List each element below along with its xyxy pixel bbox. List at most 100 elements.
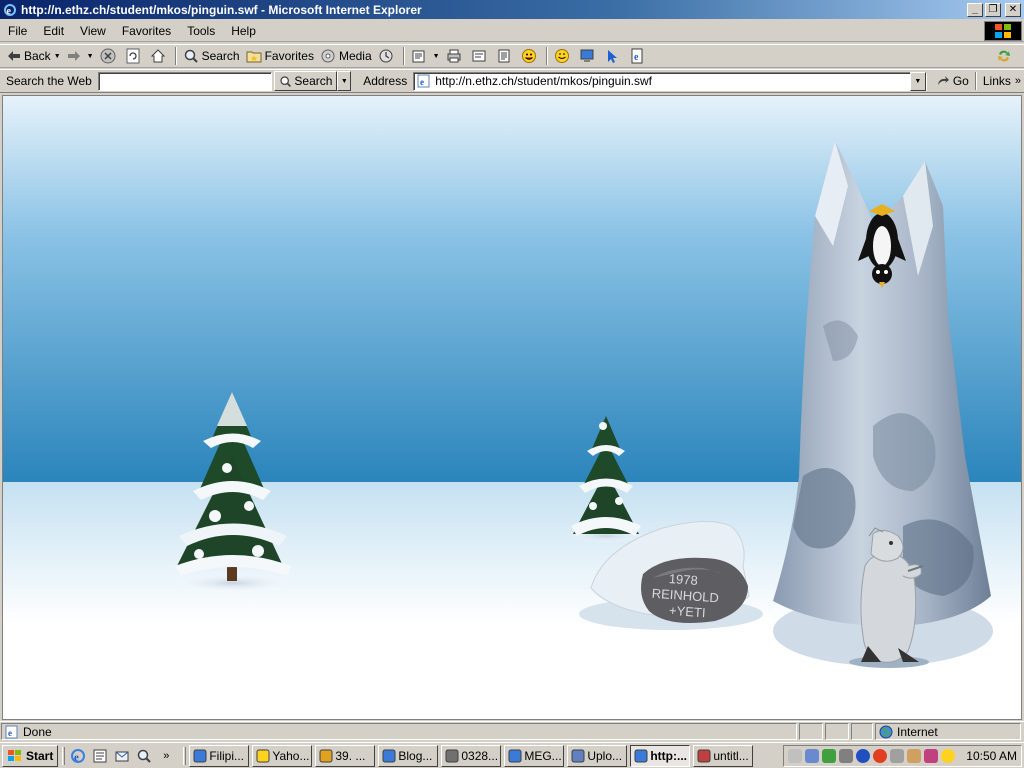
- system-tray: 10:50 AM: [783, 745, 1022, 767]
- refresh-button[interactable]: [122, 45, 147, 67]
- task-app-icon: [193, 749, 207, 762]
- mail-dropdown-icon[interactable]: ▼: [433, 53, 440, 60]
- mail-icon: [412, 50, 425, 63]
- history-button[interactable]: [375, 45, 400, 67]
- mail-button[interactable]: ▼: [408, 45, 443, 67]
- tray-app-icon[interactable]: [873, 749, 888, 763]
- address-label: Address: [363, 74, 408, 88]
- tray-app-icon[interactable]: [839, 749, 854, 763]
- links-button[interactable]: Links »: [980, 70, 1024, 92]
- smiley-icon: [521, 49, 536, 63]
- taskbar: Start e » Filipi... Yaho... 39. ... Blog...…: [0, 742, 1024, 768]
- search-dropdown-button[interactable]: ▼: [337, 71, 352, 91]
- menu-edit[interactable]: Edit: [35, 24, 72, 38]
- go-button[interactable]: Go: [933, 70, 972, 92]
- taskbar-task-button[interactable]: Blog...: [378, 744, 439, 767]
- network-icon[interactable]: [805, 749, 820, 763]
- back-dropdown-icon[interactable]: ▼: [54, 53, 61, 60]
- restore-button[interactable]: ❐: [985, 2, 1001, 17]
- monitor-icon: [580, 49, 594, 62]
- address-input[interactable]: e http://n.ethz.ch/student/mkos/pinguin.…: [413, 71, 927, 91]
- media-button[interactable]: Media: [317, 45, 375, 67]
- taskbar-task-button[interactable]: Uplo...: [567, 744, 628, 767]
- volume-icon[interactable]: [788, 749, 803, 763]
- menu-view[interactable]: View: [72, 24, 114, 38]
- task-app-icon: [508, 749, 522, 762]
- minimize-button[interactable]: _: [967, 2, 983, 17]
- svg-text:e: e: [7, 6, 12, 17]
- taskbar-task-button[interactable]: http:...: [630, 744, 691, 767]
- links-label: Links: [982, 74, 1011, 88]
- svg-text:e: e: [420, 77, 424, 87]
- stop-button[interactable]: [97, 45, 122, 67]
- address-dropdown-button[interactable]: ▼: [909, 71, 926, 91]
- quick-launch-more-icon[interactable]: »: [157, 747, 175, 765]
- dropdown-arrow-icon: ▼: [340, 77, 348, 85]
- taskbar-task-button[interactable]: Yaho...: [252, 744, 313, 767]
- home-button[interactable]: [147, 45, 172, 67]
- forward-arrow-icon: [67, 51, 80, 61]
- back-button[interactable]: Back ▼: [4, 45, 64, 67]
- back-label: Back: [24, 49, 51, 63]
- toolbar-separator: [974, 72, 977, 90]
- quick-launch-search-icon[interactable]: [135, 747, 153, 765]
- inscription-line-1: 1978: [668, 571, 698, 588]
- taskbar-task-button[interactable]: 39. ...: [315, 744, 376, 767]
- favorites-folder-icon: [246, 51, 262, 63]
- aol-icon[interactable]: [856, 749, 871, 763]
- flash-scene[interactable]: 1978 REINHOLD +YETI: [3, 96, 1021, 719]
- clock: 10:50 AM: [966, 749, 1017, 763]
- discuss-button[interactable]: [493, 45, 518, 67]
- edit-icon: [472, 50, 486, 62]
- taskbar-task-label: 39. ...: [335, 748, 366, 763]
- menu-bar: File Edit View Favorites Tools Help: [0, 20, 1024, 42]
- stop-icon: [100, 48, 116, 64]
- taskbar-task-button[interactable]: Filipi...: [189, 744, 250, 767]
- printer-icon: [447, 49, 461, 63]
- menu-file[interactable]: File: [0, 24, 35, 38]
- quick-launch-notes-icon[interactable]: [91, 747, 109, 765]
- yahoo-messenger-button[interactable]: [551, 45, 576, 67]
- search-web-button-label: Search: [294, 74, 333, 88]
- search-button[interactable]: Search: [180, 45, 243, 67]
- yahoo-messenger-tray-icon[interactable]: [941, 749, 956, 763]
- close-button[interactable]: ✕: [1005, 2, 1021, 17]
- yahoo-smiley-icon: [554, 49, 569, 63]
- tray-app-icon[interactable]: [890, 749, 905, 763]
- menu-tools[interactable]: Tools: [179, 24, 223, 38]
- taskbar-task-label: Filipi...: [209, 748, 245, 763]
- taskbar-task-label: Yaho...: [272, 748, 310, 763]
- taskbar-task-button[interactable]: 0328...: [441, 744, 502, 767]
- favorites-button[interactable]: Favorites: [243, 45, 317, 67]
- pointer-button[interactable]: [601, 45, 626, 67]
- tray-app-icon[interactable]: [822, 749, 837, 763]
- forward-button[interactable]: ▼: [64, 45, 97, 67]
- search-web-button[interactable]: Search: [274, 71, 338, 91]
- menu-favorites[interactable]: Favorites: [114, 24, 179, 38]
- edit-button[interactable]: [468, 45, 493, 67]
- taskbar-task-button[interactable]: untitl...: [693, 744, 754, 767]
- history-icon: [379, 49, 393, 63]
- toolbar-separator: [174, 47, 177, 65]
- quick-launch-ie-icon[interactable]: e: [69, 747, 87, 765]
- toolbar-extra-button[interactable]: [993, 45, 1018, 67]
- task-app-icon: [571, 749, 585, 762]
- forward-dropdown-icon[interactable]: ▼: [87, 53, 94, 60]
- taskbar-task-button[interactable]: MEG...: [504, 744, 565, 767]
- toolbar-separator: [545, 47, 548, 65]
- ie-page-button[interactable]: e: [626, 45, 651, 67]
- monitor-button[interactable]: [576, 45, 601, 67]
- quick-launch-outlook-icon[interactable]: [113, 747, 131, 765]
- messenger-button[interactable]: [518, 45, 543, 67]
- start-button[interactable]: Start: [2, 744, 59, 767]
- menu-help[interactable]: Help: [223, 24, 264, 38]
- address-toolbar: Search the Web Search ▼ Address e http:/…: [0, 69, 1024, 93]
- print-button[interactable]: [443, 45, 468, 67]
- page-icon: e: [417, 74, 430, 88]
- tray-app-icon[interactable]: [907, 749, 922, 763]
- search-web-input[interactable]: [97, 71, 273, 91]
- status-text: Done: [23, 724, 52, 739]
- media-icon: [321, 49, 335, 63]
- tray-app-icon[interactable]: [924, 749, 939, 763]
- security-zone-panel: Internet: [875, 723, 1021, 740]
